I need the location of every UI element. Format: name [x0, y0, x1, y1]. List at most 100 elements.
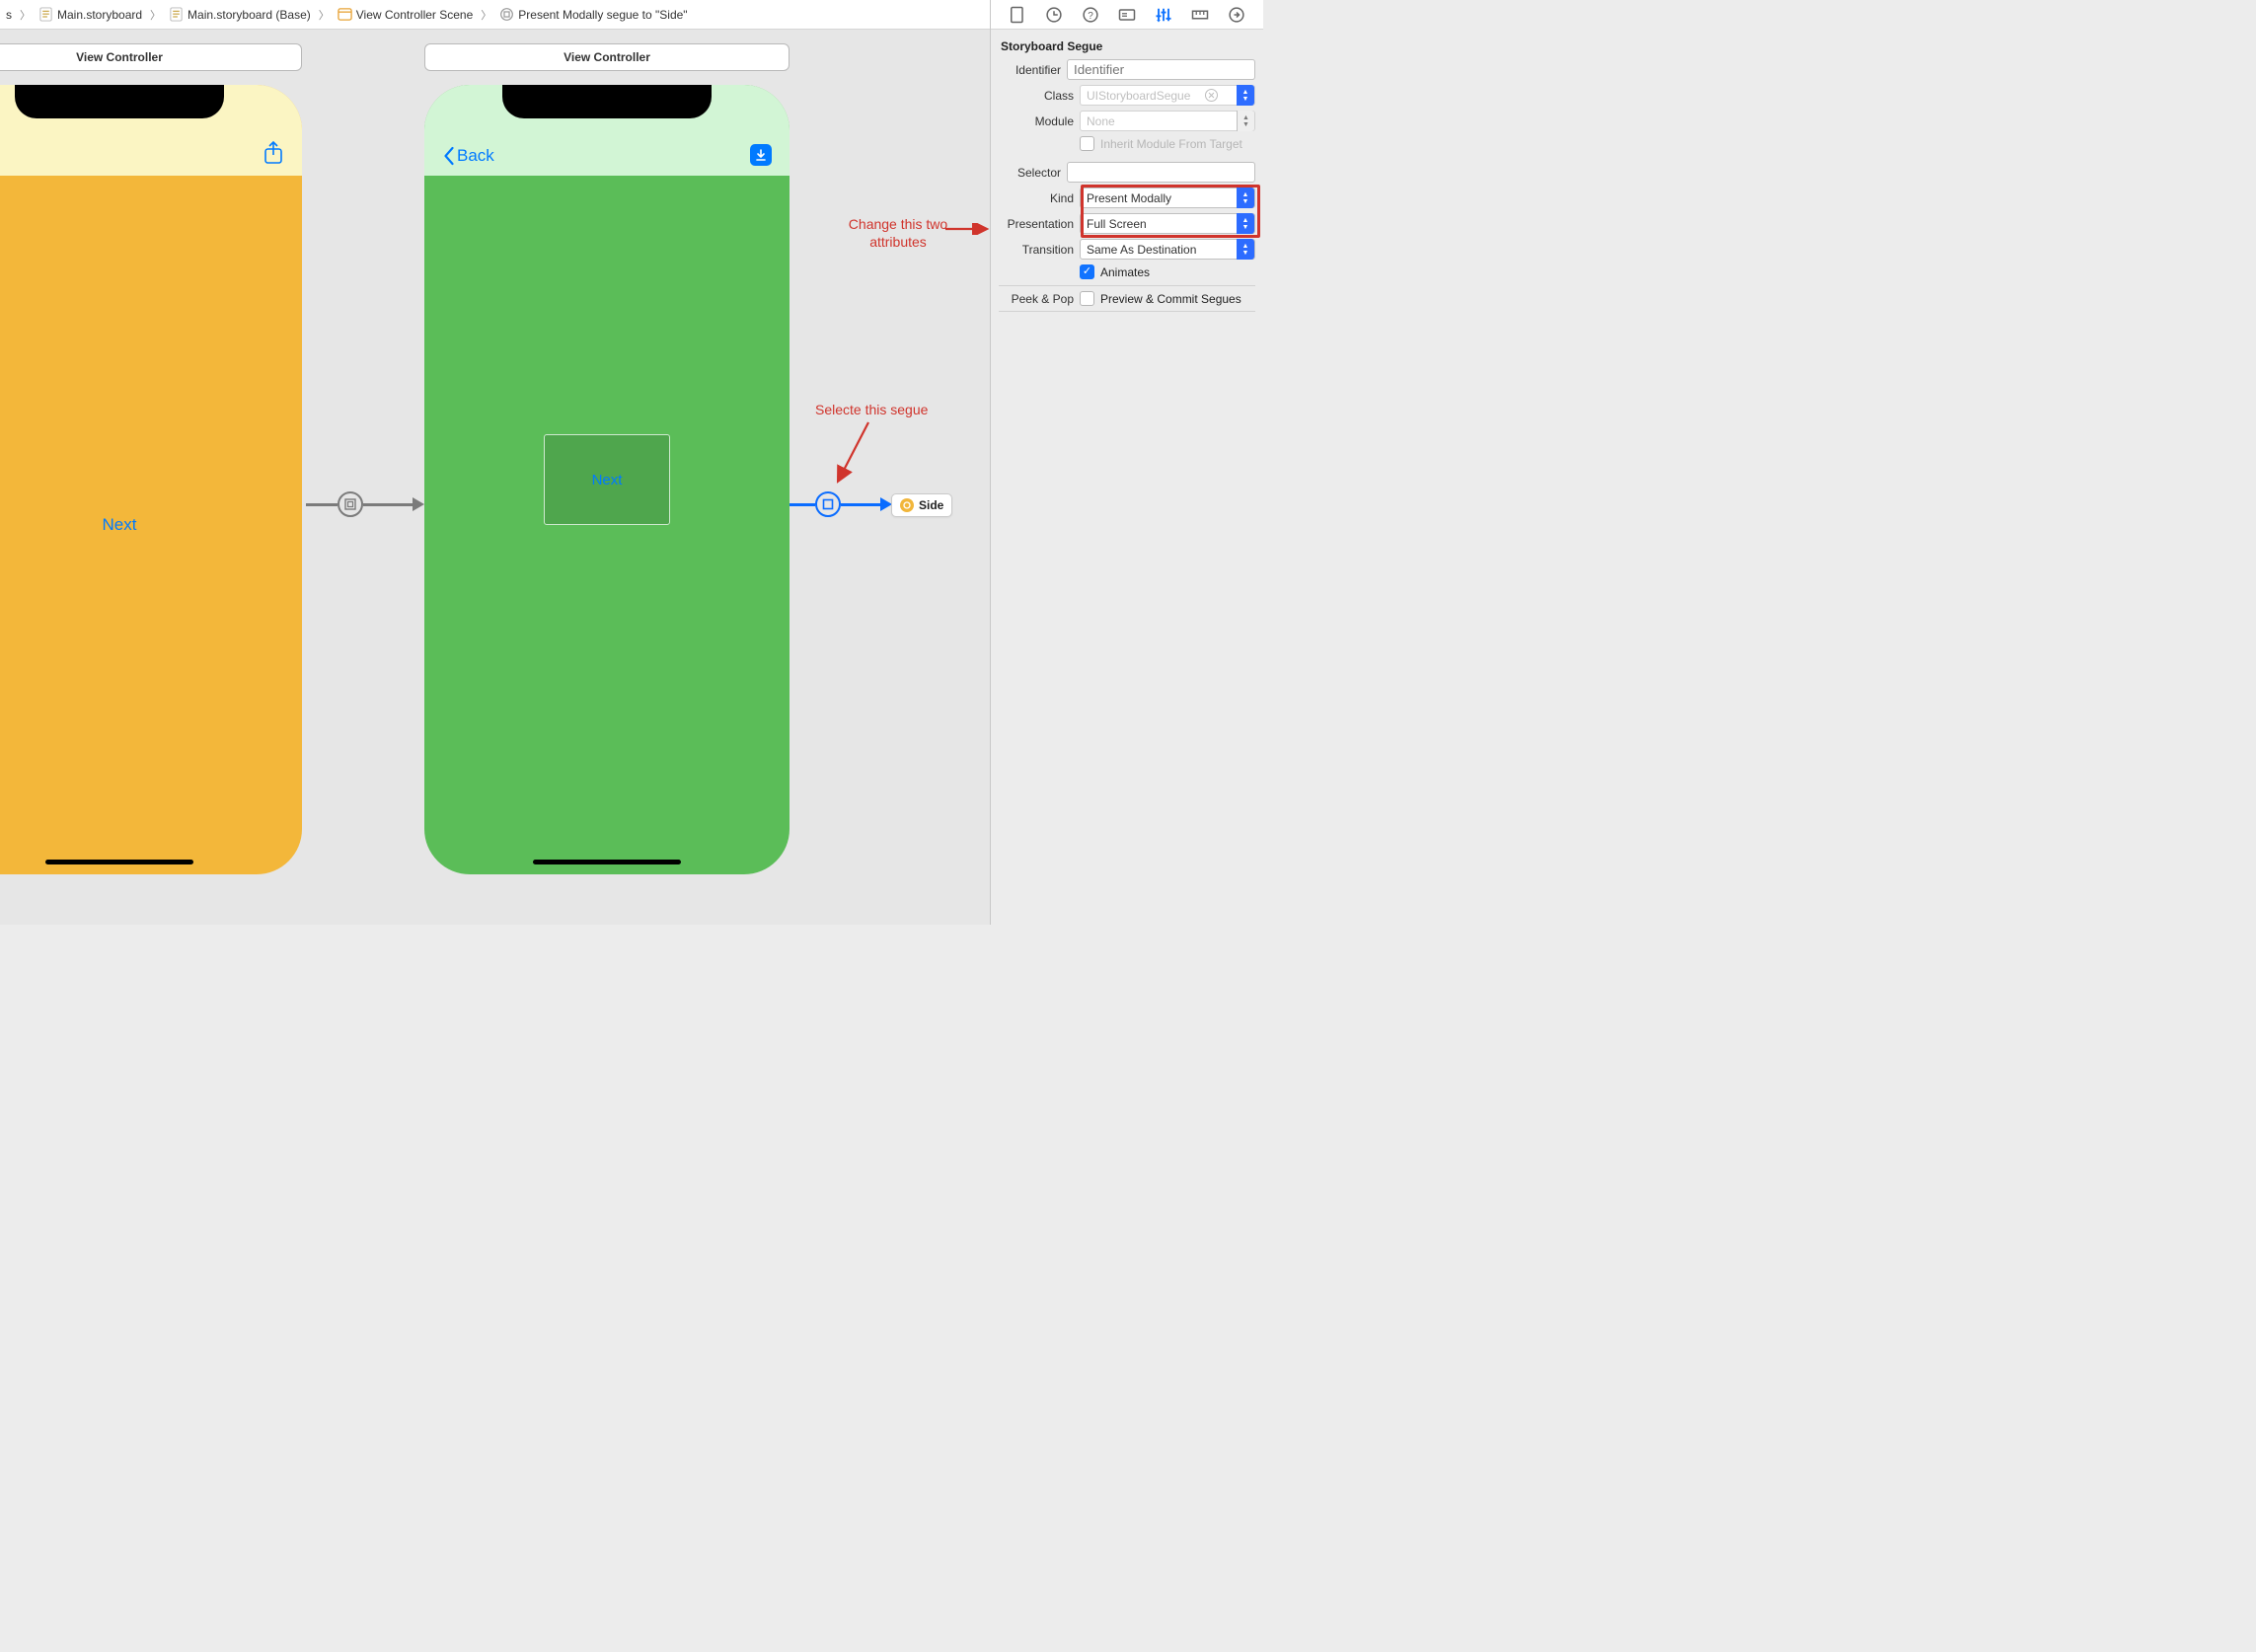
dropdown-stepper-icon[interactable]: ▲▼: [1237, 85, 1254, 106]
animates-label: Animates: [1094, 265, 1150, 279]
animates-row: Animates: [999, 264, 1255, 279]
class-row: Class UIStoryboardSegue ▲▼: [999, 85, 1255, 106]
selector-row: Selector: [999, 162, 1255, 183]
view-controller-scene[interactable]: View Controller Next: [0, 43, 302, 874]
presentation-select[interactable]: Full Screen ▲▼: [1080, 213, 1255, 234]
help-inspector-tab[interactable]: ?: [1081, 5, 1100, 25]
annotation-arrow-icon: [829, 418, 878, 492]
segue-node-icon: [815, 491, 841, 517]
download-icon[interactable]: [750, 144, 772, 166]
destination-scene-chip[interactable]: Side: [891, 493, 952, 517]
breadcrumb-label: Main.storyboard (Base): [188, 8, 311, 22]
scene-title-label: View Controller: [76, 50, 163, 64]
document-icon: [1008, 5, 1027, 25]
back-label: Back: [457, 146, 494, 166]
breadcrumb-item[interactable]: View Controller Scene: [336, 5, 476, 24]
segue-arrow-selected[interactable]: [790, 503, 892, 505]
presentation-row: Presentation Full Screen ▲▼: [999, 213, 1255, 234]
breadcrumb-item[interactable]: Present Modally segue to "Side": [497, 5, 689, 24]
id-card-icon: [1117, 5, 1137, 25]
transition-value: Same As Destination: [1087, 243, 1196, 257]
storyboard-canvas[interactable]: View Controller Next: [0, 30, 990, 925]
identifier-row: Identifier: [999, 59, 1255, 80]
kind-select[interactable]: Present Modally ▲▼: [1080, 188, 1255, 208]
device-notch: [502, 85, 712, 118]
svg-text:?: ?: [1088, 10, 1093, 21]
help-icon: ?: [1081, 5, 1100, 25]
animates-checkbox[interactable]: [1080, 264, 1094, 279]
size-inspector-tab[interactable]: [1190, 5, 1210, 25]
history-inspector-tab[interactable]: [1044, 5, 1064, 25]
home-indicator: [533, 860, 681, 864]
dropdown-stepper-icon[interactable]: ▲▼: [1237, 213, 1254, 234]
kind-label: Kind: [999, 191, 1080, 205]
inherit-module-row: Inherit Module From Target: [999, 136, 1255, 151]
annotation-arrow-icon: [945, 223, 990, 235]
scene-title-label: View Controller: [564, 50, 650, 64]
chevron-right-icon: 〉: [18, 7, 33, 23]
scene-title-bar[interactable]: View Controller: [0, 43, 302, 71]
ruler-icon: [1190, 5, 1210, 25]
view-body: Next: [0, 176, 302, 874]
presentation-label: Presentation: [999, 217, 1080, 231]
breadcrumb-item[interactable]: s: [4, 6, 14, 24]
transition-row: Transition Same As Destination ▲▼: [999, 239, 1255, 260]
dropdown-stepper-icon[interactable]: ▲▼: [1237, 188, 1254, 208]
next-button[interactable]: Next: [103, 515, 137, 535]
next-button[interactable]: Next: [592, 472, 623, 488]
inspector-panel: ? Storyboard Segue Identifier Class UISt…: [990, 0, 1263, 925]
identity-inspector-tab[interactable]: [1117, 5, 1137, 25]
device-frame: Next: [0, 85, 302, 874]
transition-label: Transition: [999, 243, 1080, 257]
peek-pop-row: Peek & Pop Preview & Commit Segues: [999, 285, 1255, 312]
segue-icon: [499, 7, 514, 22]
module-select[interactable]: None ▲▼: [1080, 111, 1255, 131]
annotation-text: Change this two attributes: [839, 215, 957, 251]
chevron-left-icon: [442, 146, 455, 166]
identifier-field[interactable]: [1067, 59, 1255, 80]
inherit-module-label: Inherit Module From Target: [1094, 137, 1242, 151]
breadcrumb-label: Main.storyboard: [57, 8, 142, 22]
file-inspector-tab[interactable]: [1008, 5, 1027, 25]
breadcrumb-label: s: [6, 8, 12, 22]
clock-icon: [1044, 5, 1064, 25]
inherit-module-checkbox[interactable]: [1080, 136, 1094, 151]
peek-pop-value: Preview & Commit Segues: [1094, 292, 1241, 306]
module-label: Module: [999, 114, 1080, 128]
share-icon[interactable]: [263, 140, 284, 166]
peek-pop-checkbox[interactable]: [1080, 291, 1094, 306]
attributes-inspector-tab[interactable]: [1154, 5, 1173, 25]
scene-title-bar[interactable]: View Controller: [424, 43, 790, 71]
breadcrumb-label: Present Modally segue to "Side": [518, 8, 687, 22]
presentation-value: Full Screen: [1087, 217, 1147, 231]
scene-dot-icon: [900, 498, 914, 512]
breadcrumb: s 〉 Main.storyboard 〉 Main.storyboard (B…: [0, 5, 1103, 24]
dropdown-stepper-icon[interactable]: ▲▼: [1237, 239, 1254, 260]
arrowhead-icon: [413, 497, 424, 511]
container-view[interactable]: Next: [544, 434, 670, 525]
peek-pop-label: Peek & Pop: [999, 292, 1080, 306]
segue-arrow[interactable]: [306, 503, 424, 505]
chevron-right-icon: 〉: [479, 7, 493, 23]
connections-inspector-tab[interactable]: [1227, 5, 1246, 25]
inspector-body: Storyboard Segue Identifier Class UIStor…: [991, 30, 1263, 312]
storyboard-file-icon: [169, 7, 184, 22]
device-notch: [15, 85, 224, 118]
identifier-label: Identifier: [999, 63, 1067, 77]
module-value: None: [1087, 114, 1115, 128]
transition-select[interactable]: Same As Destination ▲▼: [1080, 239, 1255, 260]
side-chip-label: Side: [919, 498, 943, 512]
selector-field[interactable]: [1067, 162, 1255, 183]
view-controller-scene[interactable]: View Controller Back Next: [424, 43, 790, 874]
home-indicator: [45, 860, 193, 864]
clear-icon[interactable]: [1205, 89, 1218, 102]
dropdown-stepper-icon[interactable]: ▲▼: [1237, 111, 1254, 131]
sliders-icon: [1154, 5, 1173, 25]
breadcrumb-item[interactable]: Main.storyboard: [37, 5, 144, 24]
chevron-right-icon: 〉: [317, 7, 332, 23]
segue-node-icon: [338, 491, 363, 517]
annotation-text: Selecte this segue: [815, 401, 928, 418]
breadcrumb-item[interactable]: Main.storyboard (Base): [167, 5, 313, 24]
back-button[interactable]: Back: [442, 146, 494, 166]
class-select[interactable]: UIStoryboardSegue ▲▼: [1080, 85, 1255, 106]
